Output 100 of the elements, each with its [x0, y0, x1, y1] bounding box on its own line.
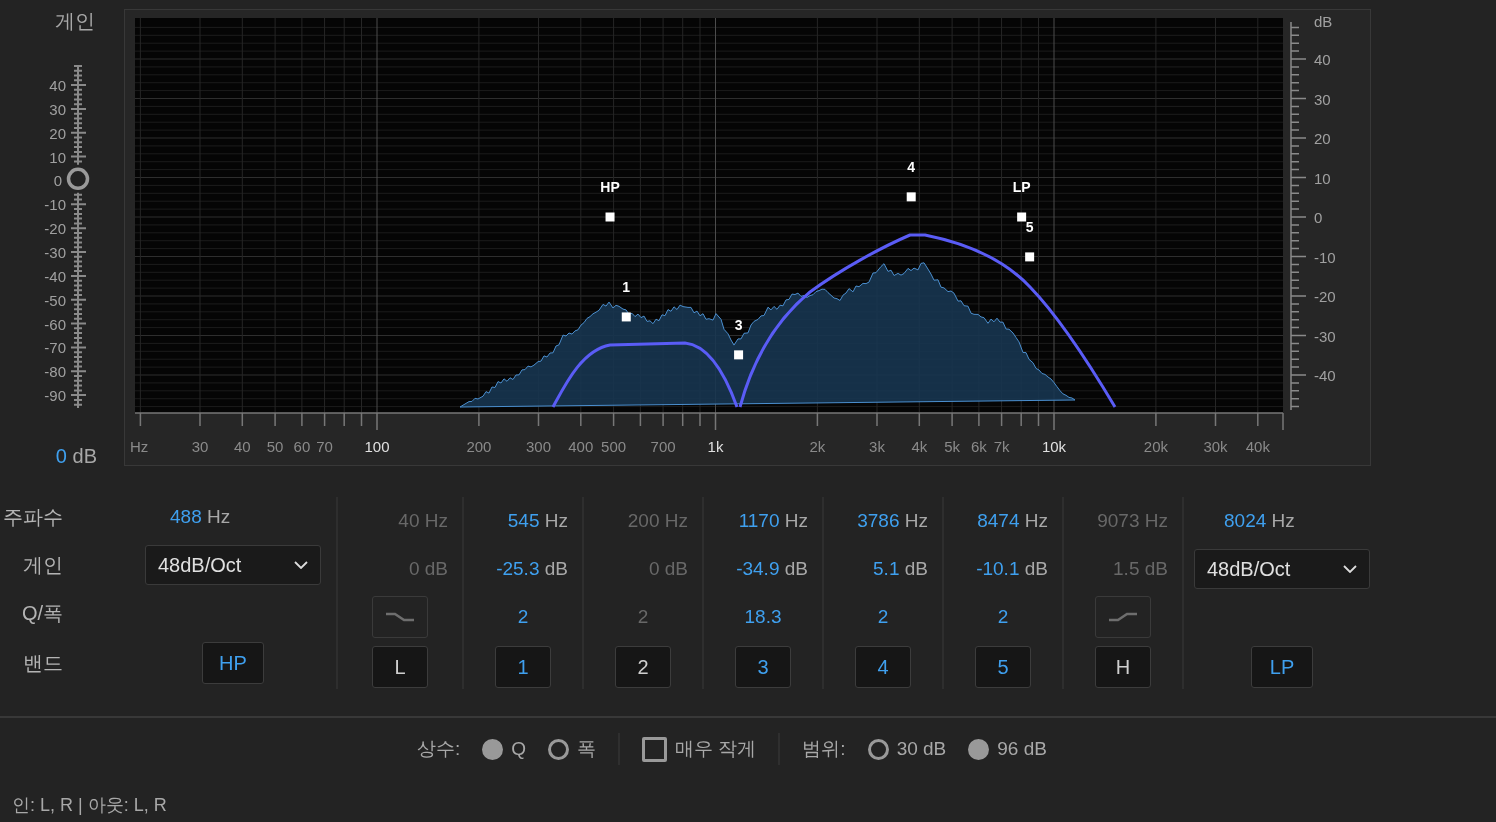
gain-value: -25.3 dB — [496, 558, 568, 580]
frequency-label: 400 — [568, 438, 594, 455]
checkbox[interactable] — [642, 736, 668, 762]
gain-scale-label: -40 — [44, 267, 66, 285]
db-scale-label: -20 — [1314, 288, 1336, 305]
radio-button[interactable] — [968, 738, 990, 760]
frequency-value: 8024 Hz — [1224, 510, 1295, 532]
gain-scale-label: -50 — [44, 291, 66, 309]
q-value: 2 — [877, 606, 889, 628]
slope-dropdown[interactable]: 48dB/Oct — [1194, 549, 1370, 589]
frequency-label: Hz — [130, 438, 149, 455]
gain-scale-label: -30 — [44, 243, 66, 261]
frequency-label: 40 — [233, 438, 251, 455]
gain-scale-label: 20 — [49, 124, 66, 142]
gain-reading: 0 dB — [55, 445, 97, 467]
band-toggle-button[interactable]: 2 — [615, 646, 671, 688]
band-handle-label: 4 — [907, 158, 916, 175]
band-toggle-button[interactable]: H — [1095, 646, 1151, 688]
frequency-label: 5k — [944, 438, 960, 455]
chevron-down-icon — [294, 561, 308, 569]
frequency-label: 30 — [191, 438, 209, 455]
gain-scale-label: -80 — [44, 363, 66, 381]
radio-label: 30 dB — [896, 738, 947, 760]
frequency-value: 9073 Hz — [1097, 510, 1168, 532]
radio-button[interactable] — [867, 738, 889, 760]
frequency-value: 1170 Hz — [738, 510, 808, 532]
high-shelf-icon — [1108, 611, 1138, 623]
frequency-label: 40k — [1245, 438, 1270, 455]
gain-value: 1.5 dB — [1113, 558, 1168, 580]
q-value: 2 — [517, 606, 529, 628]
gain-slider-thumb[interactable] — [66, 167, 90, 191]
db-scale-label: -40 — [1314, 367, 1336, 384]
gain-slider[interactable] — [66, 65, 90, 409]
frequency-label: 300 — [526, 438, 551, 455]
q-value: 2 — [637, 606, 649, 628]
frequency-label: 4k — [911, 438, 928, 455]
band-handle-label: 3 — [734, 316, 743, 333]
radio-label: 폭 — [577, 737, 597, 761]
frequency-label: 50 — [266, 438, 284, 455]
band-handle[interactable] — [1017, 212, 1027, 222]
filter-shape-button[interactable] — [1095, 596, 1151, 638]
frequency-value: 200 Hz — [627, 510, 688, 532]
frequency-label: 100 — [364, 438, 390, 455]
row-label: 게인 — [23, 552, 63, 578]
row-label: 밴드 — [23, 650, 63, 676]
frequency-value: 40 Hz — [398, 510, 448, 532]
frequency-value: 3786 Hz — [857, 510, 928, 532]
gain-scale-label: -10 — [44, 196, 66, 214]
frequency-label: 70 — [316, 438, 333, 455]
db-scale-label: 0 — [1314, 209, 1323, 226]
band-toggle-button[interactable]: 3 — [735, 646, 791, 688]
band-toggle-button[interactable]: 5 — [975, 646, 1031, 688]
frequency-label: 1k — [707, 438, 724, 455]
frequency-label: 6k — [971, 438, 987, 455]
band-toggle-button[interactable]: 4 — [855, 646, 911, 688]
band-handle-label: 1 — [622, 278, 631, 295]
frequency-label: 500 — [601, 438, 627, 455]
band-handle[interactable] — [605, 212, 615, 222]
row-label: 주파수 — [3, 504, 63, 530]
band-handle[interactable] — [621, 312, 631, 322]
band-handle-label: HP — [600, 179, 620, 195]
gain-scale-label: 30 — [49, 100, 66, 118]
gain-value: 0 dB — [408, 558, 448, 580]
band-handle[interactable] — [734, 350, 744, 360]
chevron-down-icon — [1343, 565, 1357, 573]
band-handle[interactable] — [906, 192, 916, 202]
row-label: Q/폭 — [21, 600, 63, 626]
band-toggle-button[interactable]: HP — [202, 642, 264, 684]
radio-button[interactable] — [548, 738, 570, 760]
frequency-value: 545 Hz — [507, 510, 568, 532]
db-scale-label: 10 — [1314, 169, 1331, 187]
frequency-label: 30k — [1203, 438, 1228, 455]
frequency-label: 2k — [809, 438, 826, 455]
band-handle[interactable] — [1025, 252, 1035, 262]
gain-value: 5.1 dB — [873, 558, 928, 580]
radio-label: Q — [511, 738, 527, 760]
db-unit-label: dB — [1314, 13, 1333, 30]
db-scale-label: -30 — [1314, 327, 1336, 345]
filter-shape-button[interactable] — [372, 596, 428, 638]
db-scale-label: -10 — [1314, 248, 1336, 266]
band-toggle-button[interactable]: LP — [1251, 646, 1313, 688]
frequency-value: 8474 Hz — [977, 510, 1048, 532]
q-value: 18.3 — [744, 606, 782, 628]
radio-button[interactable] — [482, 738, 504, 760]
band-handle-label: LP — [1012, 179, 1031, 195]
band-toggle-button[interactable]: 1 — [495, 646, 551, 688]
checkbox-label: 매우 작게 — [675, 737, 757, 761]
gain-title: 게인 — [55, 10, 95, 32]
option-label: 상수: — [417, 737, 461, 761]
option-label: 범위: — [802, 737, 846, 761]
gain-scale-label: -90 — [44, 387, 66, 405]
gain-scale-label: -70 — [44, 339, 66, 357]
frequency-label: 3k — [869, 438, 885, 455]
band-toggle-button[interactable]: L — [372, 646, 428, 688]
low-shelf-icon — [385, 611, 415, 623]
gain-scale-label: -20 — [44, 220, 66, 238]
frequency-value: 488 Hz — [170, 506, 231, 528]
gain-value: -10.1 dB — [976, 558, 1048, 580]
slope-dropdown[interactable]: 48dB/Oct — [145, 545, 321, 585]
frequency-label: 10k — [1041, 438, 1067, 455]
